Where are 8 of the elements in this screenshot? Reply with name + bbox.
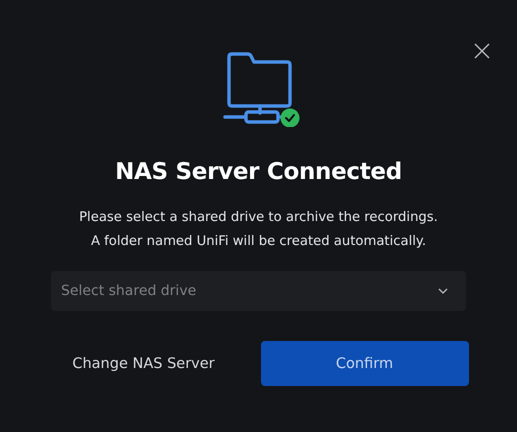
description-text: A folder named UniFi will be created automatically. bbox=[90, 233, 426, 251]
drive-select[interactable]: Select shared drive bbox=[51, 271, 466, 311]
close-icon[interactable] bbox=[474, 43, 490, 59]
dialog-title: NAS Server Connected bbox=[115, 159, 402, 185]
confirm-button[interactable]: Confirm bbox=[260, 341, 468, 386]
description-text: Please select a shared drive to archive the recordings. bbox=[79, 209, 438, 227]
chevron-down-icon bbox=[438, 288, 448, 294]
change-server-button[interactable]: Change NAS Server bbox=[48, 341, 238, 386]
